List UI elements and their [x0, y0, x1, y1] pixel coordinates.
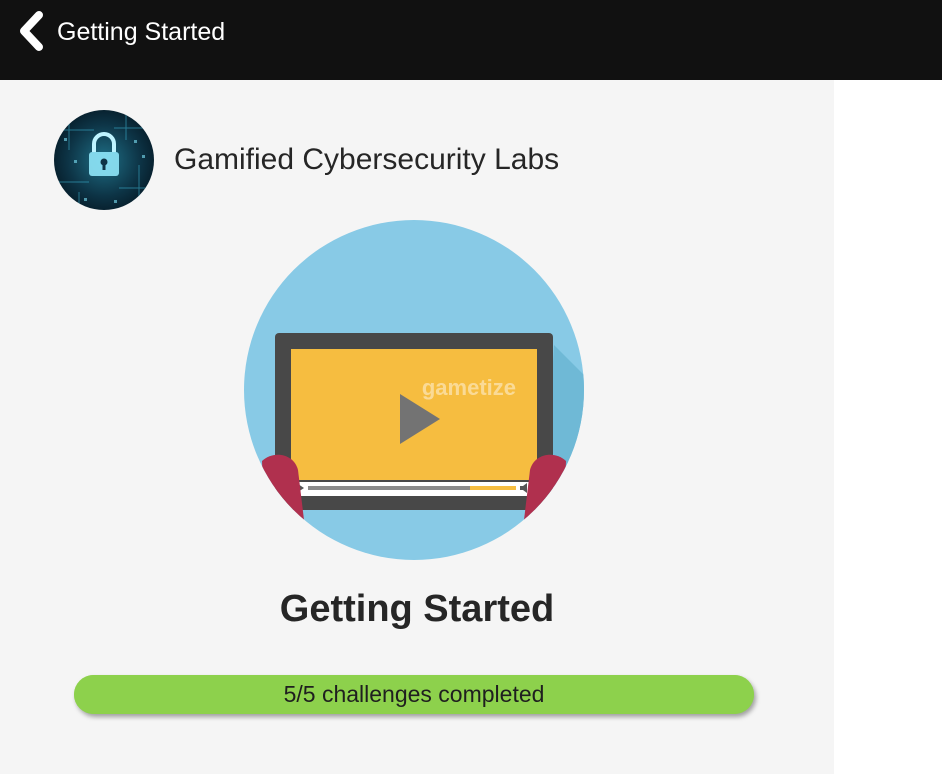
padlock-circuit-icon [54, 110, 154, 210]
topic-image: gametize [244, 220, 584, 560]
topic-panel: Gamified Cybersecurity Labs gametize Get… [0, 80, 834, 774]
topic-title: Getting Started [279, 588, 555, 630]
chevron-left-icon [20, 11, 43, 51]
page-title: Getting Started [57, 18, 226, 46]
top-bar: Getting Started [0, 0, 942, 80]
progress-label: 5/5 challenges completed [283, 681, 545, 707]
video-player-illustration-icon: gametize [244, 220, 584, 560]
back-button[interactable] [14, 10, 46, 52]
challenge-progress-bar: 5/5 challenges completed [74, 675, 754, 714]
project-name[interactable]: Gamified Cybersecurity Labs [174, 143, 559, 177]
project-avatar[interactable] [54, 110, 154, 210]
gametize-watermark: gametize [422, 375, 516, 400]
